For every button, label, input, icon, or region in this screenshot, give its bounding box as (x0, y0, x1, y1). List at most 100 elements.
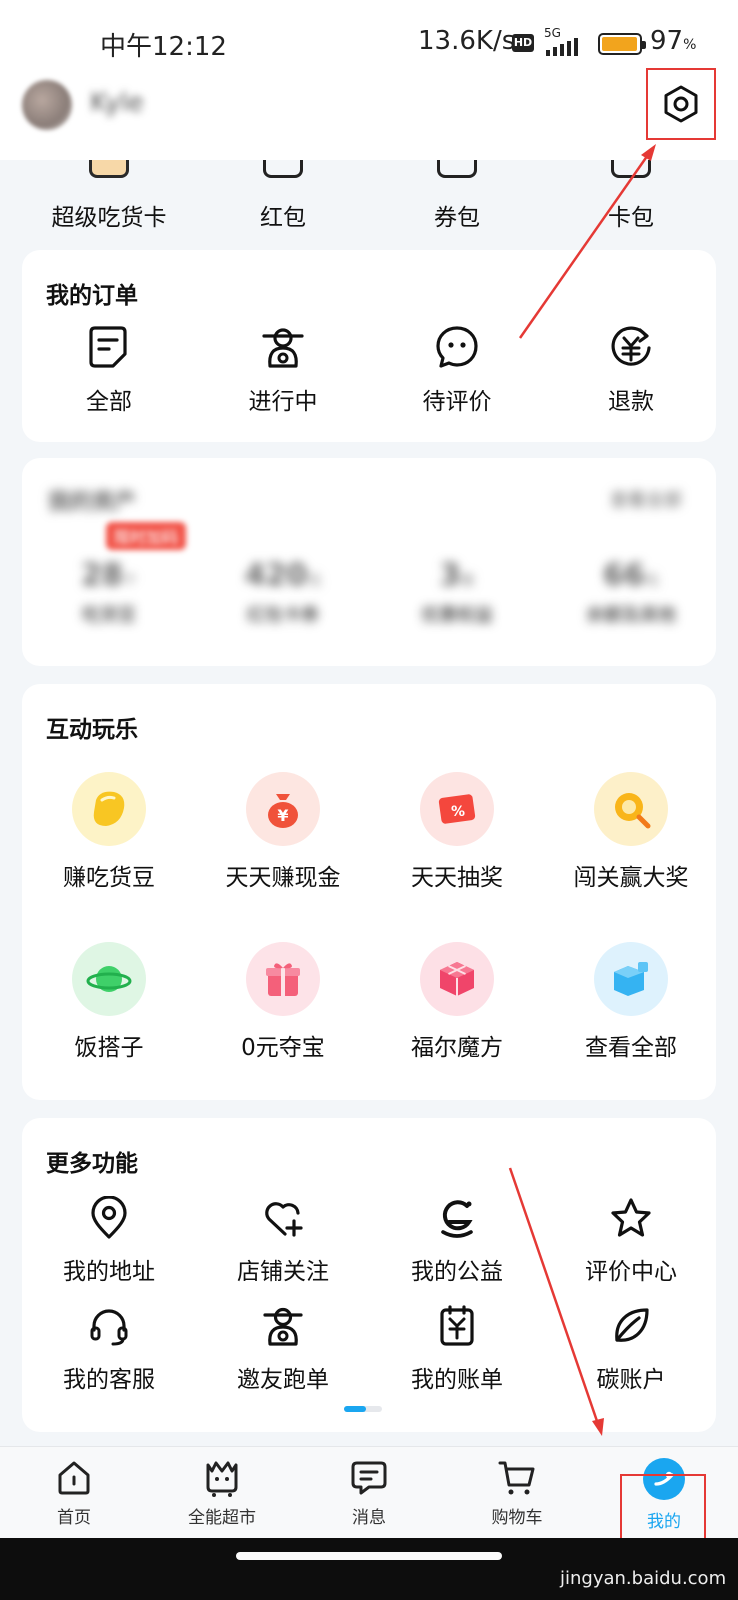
battery-icon (598, 33, 646, 55)
planet-icon (86, 966, 132, 992)
watermark: jingyan.baidu.com (560, 1568, 727, 1589)
nav-label: 首页 (57, 1508, 91, 1528)
nav-label: 全能超市 (188, 1508, 256, 1528)
settings-button[interactable] (646, 68, 716, 140)
wallet-label: 卡包 (608, 205, 654, 231)
card-wallet-icon (611, 160, 651, 178)
hd-badge: HD (512, 34, 534, 52)
more-label: 评价中心 (585, 1259, 677, 1285)
more-label: 店铺关注 (237, 1259, 329, 1285)
avatar[interactable] (22, 80, 72, 130)
network-speed: 13.6K/s (418, 26, 516, 56)
fun-daily-lottery[interactable]: % 天天抽奖 (370, 772, 544, 892)
fun-label: 天天赚现金 (225, 865, 341, 891)
more-address[interactable]: 我的地址 (22, 1196, 196, 1286)
nav-label: 消息 (352, 1508, 386, 1528)
username[interactable]: Kyle (90, 88, 144, 118)
fun-magic-cube[interactable]: 福尔魔方 (370, 942, 544, 1062)
supermarket-icon (206, 1461, 238, 1497)
page-indicator (344, 1406, 382, 1412)
signal-icon (546, 38, 578, 56)
order-label: 退款 (608, 389, 654, 415)
home-indicator[interactable] (236, 1552, 502, 1560)
rider-icon (263, 1307, 303, 1346)
fun-card: 互动玩乐 赚吃货豆 ¥ 天天赚现金 % 天天抽奖 闯关赢大奖 饭搭子 0元夺宝 … (22, 684, 716, 1100)
asset-item[interactable]: 420元 红包卡券 (196, 558, 370, 627)
svg-text:¥: ¥ (277, 806, 288, 825)
fun-daily-cash[interactable]: ¥ 天天赚现金 (196, 772, 370, 892)
wallet-label: 超级吃货卡 (51, 205, 167, 231)
fun-label: 查看全部 (585, 1035, 677, 1061)
headset-icon (90, 1309, 128, 1346)
assets-view-all-link[interactable]: 查看全部 (610, 486, 682, 512)
nav-cart[interactable]: 购物车 (457, 1457, 577, 1528)
orders-title: 我的订单 (46, 283, 138, 309)
more-charity[interactable]: 我的公益 (370, 1196, 544, 1286)
coupon-icon (437, 160, 477, 178)
lottery-ticket-icon: % (438, 794, 476, 824)
fun-zero-treasure[interactable]: 0元夺宝 (196, 942, 370, 1062)
document-icon (89, 326, 127, 368)
courier-icon (262, 328, 304, 368)
more-invite-rider[interactable]: 邀友跑单 (196, 1304, 370, 1394)
more-carbon-account[interactable]: 碳账户 (544, 1304, 718, 1394)
fun-view-all[interactable]: 查看全部 (544, 942, 718, 1062)
leaf-icon (615, 1308, 649, 1342)
fun-label: 赚吃货豆 (63, 865, 155, 891)
nav-supermarket[interactable]: 全能超市 (162, 1457, 282, 1528)
orders-card: 我的订单 全部 进行中 待评价 退款 (22, 250, 716, 442)
more-label: 我的账单 (411, 1367, 503, 1393)
cube-icon (614, 962, 648, 996)
more-label: 我的客服 (63, 1367, 155, 1393)
asset-item[interactable]: 28个 吃货豆 (22, 558, 196, 627)
settings-gear-icon (664, 85, 698, 123)
fun-meal-buddy[interactable]: 饭搭子 (22, 942, 196, 1062)
profile-header: Kyle (0, 68, 738, 160)
fun-title: 互动玩乐 (46, 717, 138, 743)
charity-icon (441, 1200, 473, 1238)
svg-text:%: % (451, 804, 465, 820)
red-packet-icon (263, 160, 303, 178)
fun-label: 天天抽奖 (411, 865, 503, 891)
order-label: 全部 (86, 389, 132, 415)
wallet-label: 券包 (434, 205, 480, 231)
heart-plus-icon (265, 1202, 303, 1237)
asset-item[interactable]: 3张 优惠权益 (370, 558, 544, 627)
fun-label: 饭搭子 (74, 1035, 144, 1061)
order-refund[interactable]: 退款 (544, 324, 718, 416)
more-customer-service[interactable]: 我的客服 (22, 1304, 196, 1394)
nav-home[interactable]: 首页 (14, 1457, 134, 1528)
star-icon (611, 1198, 651, 1237)
gold-coin-search-icon (615, 793, 651, 829)
fun-label: 0元夺宝 (241, 1035, 325, 1061)
order-label: 待评价 (422, 389, 492, 415)
assets-title: 我的资产 (48, 490, 137, 515)
fun-label: 闯关赢大奖 (573, 865, 689, 891)
nav-label: 购物车 (491, 1508, 543, 1528)
battery-percentage: 97% (650, 26, 697, 56)
cart-icon (498, 1461, 535, 1495)
status-time: 中午12:12 (100, 32, 227, 62)
order-to-review[interactable]: 待评价 (370, 324, 544, 416)
message-icon (351, 1461, 387, 1495)
wallet-row: 超级吃货卡 红包 券包 卡包 (22, 160, 716, 234)
nav-messages[interactable]: 消息 (309, 1457, 429, 1528)
order-in-progress[interactable]: 进行中 (196, 324, 370, 416)
golden-bean-icon (93, 791, 125, 826)
assets-promo-badge: 限时加码 (106, 522, 187, 550)
home-icon (58, 1461, 90, 1495)
order-all[interactable]: 全部 (22, 324, 196, 416)
money-bag-icon: ¥ (268, 794, 298, 828)
fun-earn-beans[interactable]: 赚吃货豆 (22, 772, 196, 892)
more-functions-card: 更多功能 我的地址 店铺关注 我的公益 评价中心 我的客服 邀友跑单 我的账单 … (22, 1118, 716, 1432)
more-label: 邀友跑单 (237, 1367, 329, 1393)
more-review-center[interactable]: 评价中心 (544, 1196, 718, 1286)
more-label: 碳账户 (596, 1367, 666, 1393)
refund-yuan-icon (611, 326, 651, 366)
more-shop-follow[interactable]: 店铺关注 (196, 1196, 370, 1286)
fun-level-prize[interactable]: 闯关赢大奖 (544, 772, 718, 892)
more-bills[interactable]: 我的账单 (370, 1304, 544, 1394)
asset-item[interactable]: 66元 余额及其他 (544, 558, 718, 627)
fun-label: 福尔魔方 (411, 1035, 503, 1061)
more-label: 我的公益 (411, 1259, 503, 1285)
